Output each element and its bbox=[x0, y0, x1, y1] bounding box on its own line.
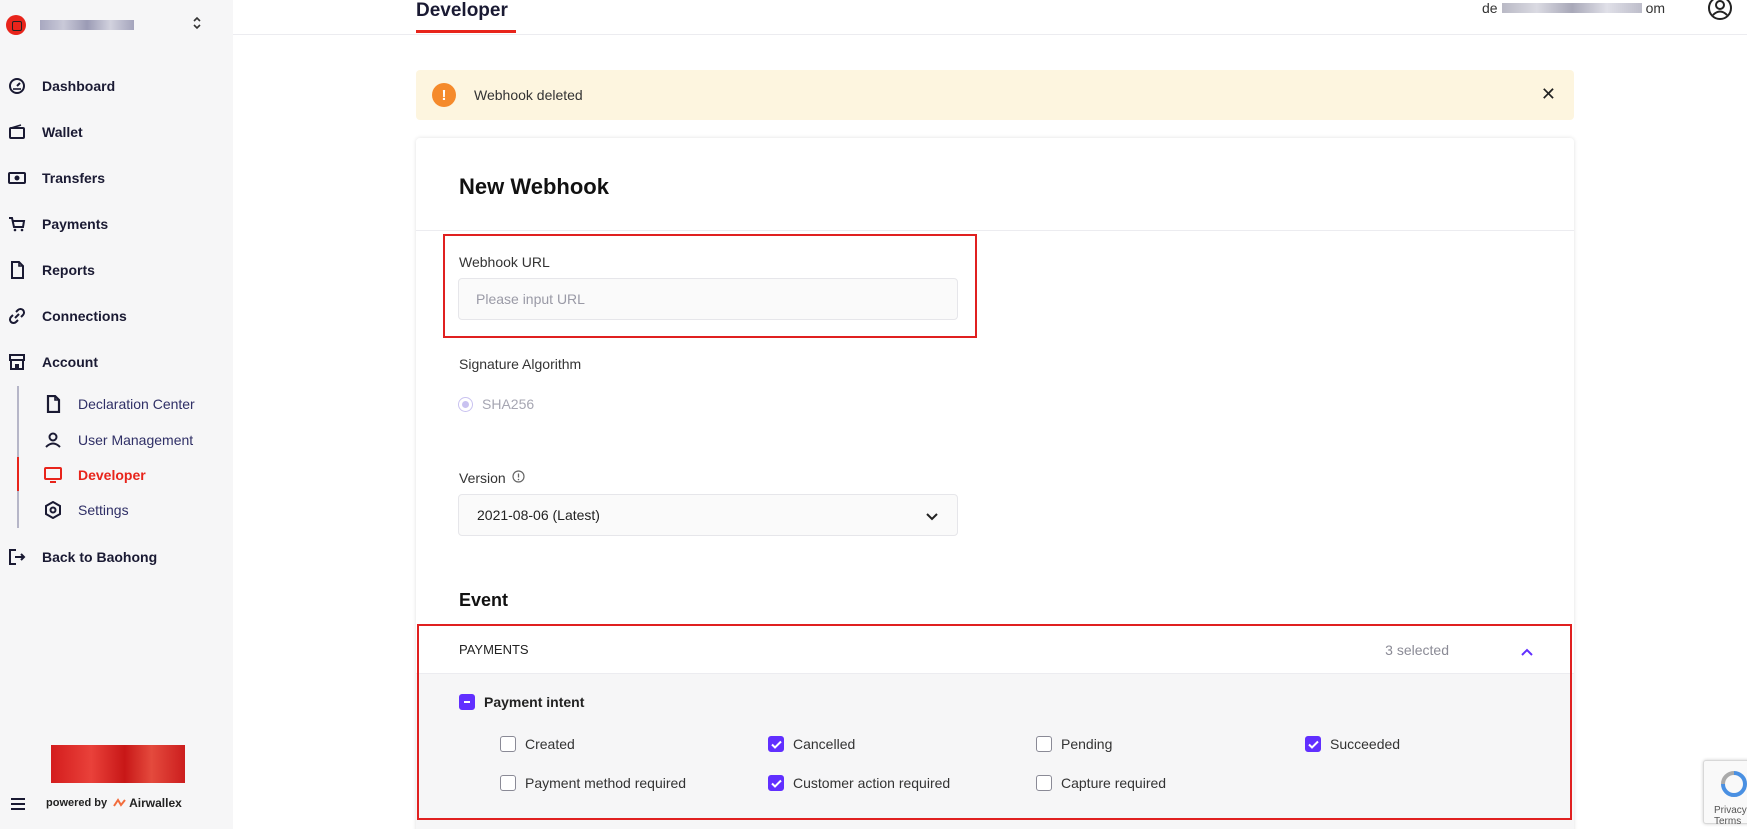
user-profile-icon[interactable] bbox=[1706, 0, 1734, 27]
sidebar-item-label: Developer bbox=[78, 467, 146, 483]
sidebar-item-user-management[interactable]: User Management bbox=[44, 426, 224, 454]
sidebar-item-label: Settings bbox=[78, 502, 129, 518]
sidebar-item-label: Payments bbox=[42, 216, 109, 232]
radio-label: SHA256 bbox=[482, 396, 535, 412]
alert-message: Webhook deleted bbox=[474, 87, 583, 103]
sidebar-item-declaration-center[interactable]: Declaration Center bbox=[44, 390, 224, 418]
sidebar-item-transfers[interactable]: Transfers bbox=[8, 162, 228, 194]
sidebar-item-connections[interactable]: Connections bbox=[8, 300, 228, 332]
sidebar-item-back[interactable]: Back to Baohong bbox=[8, 541, 228, 573]
sidebar-item-wallet[interactable]: Wallet bbox=[8, 116, 228, 148]
sidebar-item-account[interactable]: Account bbox=[8, 346, 228, 378]
chevron-up-down-icon[interactable] bbox=[192, 16, 202, 30]
annotation-box-url bbox=[443, 234, 977, 338]
recaptcha-text: Privacy - Terms bbox=[1714, 805, 1747, 827]
page-title: New Webhook bbox=[459, 174, 609, 199]
sidebar: Dashboard Wallet Transfers Payments Repo… bbox=[0, 0, 233, 829]
annotation-box-events bbox=[417, 624, 1572, 820]
menu-icon[interactable] bbox=[10, 797, 26, 810]
signature-option-sha256[interactable]: SHA256 bbox=[458, 396, 534, 412]
recaptcha-icon bbox=[1721, 771, 1747, 797]
header-divider bbox=[233, 34, 1747, 35]
sidebar-item-developer[interactable]: Developer bbox=[44, 461, 224, 489]
sidebar-item-label: Declaration Center bbox=[78, 396, 195, 412]
sidebar-item-label: Back to Baohong bbox=[42, 549, 158, 565]
chevron-down-icon bbox=[925, 509, 939, 525]
sidebar-item-settings[interactable]: Settings bbox=[44, 496, 224, 524]
org-logo bbox=[6, 15, 26, 35]
settings-icon bbox=[44, 501, 62, 519]
sidebar-item-label: Connections bbox=[42, 308, 127, 324]
card-divider bbox=[416, 230, 1574, 231]
user-email-start: de bbox=[1482, 0, 1498, 16]
sidebar-item-dashboard[interactable]: Dashboard bbox=[8, 70, 228, 102]
version-select[interactable]: 2021-08-06 (Latest) bbox=[458, 494, 958, 536]
active-tab-underline bbox=[416, 30, 516, 33]
org-switcher[interactable] bbox=[6, 12, 206, 38]
document-icon bbox=[8, 261, 26, 279]
gauge-icon bbox=[8, 77, 26, 95]
sidebar-item-reports[interactable]: Reports bbox=[8, 254, 228, 286]
org-banner-image bbox=[51, 745, 185, 783]
logout-icon bbox=[8, 548, 26, 566]
version-label: Version bbox=[459, 470, 506, 486]
link-icon bbox=[8, 307, 26, 325]
sidebar-item-label: Dashboard bbox=[42, 78, 116, 94]
alert-banner: ! Webhook deleted ✕ bbox=[416, 70, 1574, 120]
airwallex-logo: Airwallex bbox=[113, 796, 182, 810]
user-icon bbox=[44, 431, 62, 449]
banknote-icon bbox=[8, 169, 26, 187]
sidebar-item-label: User Management bbox=[78, 432, 194, 448]
powered-by-label: powered by bbox=[46, 797, 108, 809]
version-selected-value: 2021-08-06 (Latest) bbox=[477, 507, 600, 523]
info-icon[interactable] bbox=[512, 470, 525, 486]
warning-icon: ! bbox=[432, 83, 456, 107]
tab-developer[interactable]: Developer bbox=[416, 0, 508, 22]
recaptcha-badge[interactable]: Privacy - Terms bbox=[1703, 760, 1747, 827]
radio-selected-icon[interactable] bbox=[458, 396, 473, 412]
sidebar-item-payments[interactable]: Payments bbox=[8, 208, 228, 240]
subnav-active-indicator bbox=[17, 457, 19, 491]
user-email-redacted bbox=[1501, 3, 1642, 13]
store-icon bbox=[8, 353, 26, 371]
close-icon[interactable]: ✕ bbox=[1541, 84, 1556, 105]
document-icon bbox=[44, 395, 62, 413]
event-section-title: Event bbox=[459, 590, 509, 610]
monitor-icon bbox=[44, 466, 62, 484]
sidebar-item-label: Reports bbox=[42, 262, 95, 278]
wallet-icon bbox=[8, 123, 26, 141]
sidebar-item-label: Transfers bbox=[42, 170, 106, 186]
user-email-end: om bbox=[1645, 0, 1666, 16]
cart-icon bbox=[8, 215, 26, 233]
signature-algorithm-label: Signature Algorithm bbox=[459, 356, 582, 372]
sidebar-item-label: Wallet bbox=[42, 124, 83, 140]
sidebar-item-label: Account bbox=[42, 354, 98, 370]
version-label-row: Version bbox=[459, 470, 525, 486]
user-email[interactable]: de om bbox=[1482, 0, 1665, 16]
brand-name: Airwallex bbox=[129, 796, 182, 810]
org-name-redacted bbox=[40, 20, 134, 30]
powered-by: powered by Airwallex bbox=[46, 796, 182, 810]
